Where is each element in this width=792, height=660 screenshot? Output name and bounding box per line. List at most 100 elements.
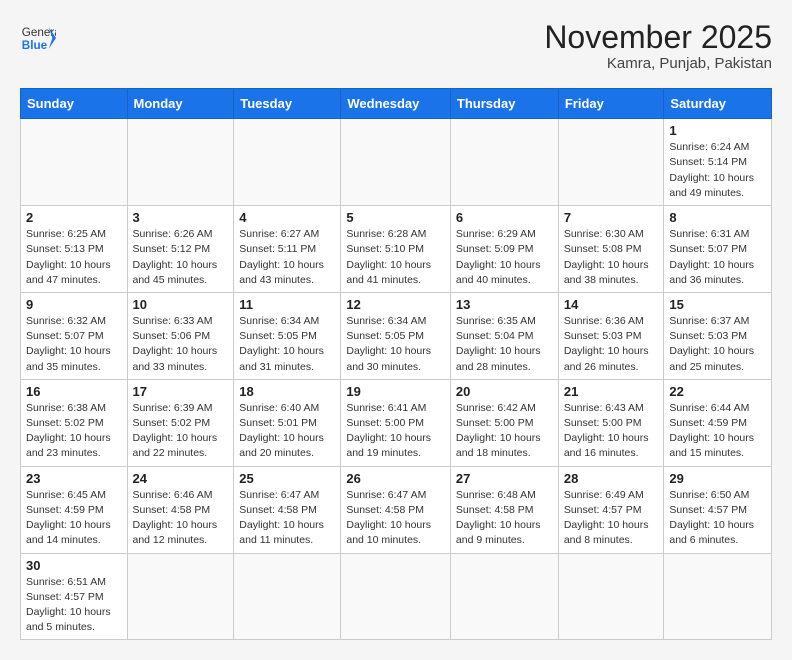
day-number: 9 xyxy=(26,297,122,312)
calendar-day-cell: 23 Sunrise: 6:45 AM Sunset: 4:59 PM Dayli… xyxy=(21,466,128,553)
calendar-day-cell: 28 Sunrise: 6:49 AM Sunset: 4:57 PM Dayli… xyxy=(558,466,664,553)
calendar-day-cell xyxy=(558,553,664,640)
calendar-day-cell: 17 Sunrise: 6:39 AM Sunset: 5:02 PM Dayli… xyxy=(127,379,234,466)
day-number: 24 xyxy=(133,471,229,486)
day-info: Sunrise: 6:38 AM Sunset: 5:02 PM Dayligh… xyxy=(26,401,122,462)
calendar-day-cell: 2Sunrise: 6:25 AM Sunset: 5:13 PM Daylig… xyxy=(21,206,128,293)
calendar-day-cell: 29 Sunrise: 6:50 AM Sunset: 4:57 PM Dayli… xyxy=(664,466,772,553)
calendar-day-cell: 27Sunrise: 6:48 AM Sunset: 4:58 PM Dayli… xyxy=(450,466,558,553)
calendar-day-cell xyxy=(341,119,451,206)
page-header: General Blue November 2025 Kamra, Punjab… xyxy=(20,20,772,72)
day-number: 1 xyxy=(669,123,766,138)
calendar-day-cell xyxy=(234,553,341,640)
calendar-day-cell xyxy=(127,553,234,640)
calendar-day-cell: 6 Sunrise: 6:29 AM Sunset: 5:09 PM Daylig… xyxy=(450,206,558,293)
day-info: Sunrise: 6:24 AM Sunset: 5:14 PM Dayligh… xyxy=(669,140,766,201)
weekday-header-sunday: Sunday xyxy=(21,89,128,119)
day-number: 25 xyxy=(239,471,335,486)
day-info: Sunrise: 6:31 AM Sunset: 5:07 PM Dayligh… xyxy=(669,227,766,288)
logo-icon: General Blue xyxy=(20,20,56,56)
day-info: Sunrise: 6:29 AM Sunset: 5:09 PM Dayligh… xyxy=(456,227,553,288)
day-info: Sunrise: 6:49 AM Sunset: 4:57 PM Dayligh… xyxy=(564,488,659,549)
day-number: 23 xyxy=(26,471,122,486)
day-number: 21 xyxy=(564,384,659,399)
day-info: Sunrise: 6:39 AM Sunset: 5:02 PM Dayligh… xyxy=(133,401,229,462)
day-info: Sunrise: 6:48 AM Sunset: 4:58 PM Dayligh… xyxy=(456,488,553,549)
calendar-day-cell: 14 Sunrise: 6:36 AM Sunset: 5:03 PM Dayli… xyxy=(558,292,664,379)
calendar-day-cell: 26Sunrise: 6:47 AM Sunset: 4:58 PM Dayli… xyxy=(341,466,451,553)
day-info: Sunrise: 6:50 AM Sunset: 4:57 PM Dayligh… xyxy=(669,488,766,549)
month-title: November 2025 xyxy=(544,20,772,55)
day-info: Sunrise: 6:43 AM Sunset: 5:00 PM Dayligh… xyxy=(564,401,659,462)
day-info: Sunrise: 6:42 AM Sunset: 5:00 PM Dayligh… xyxy=(456,401,553,462)
day-number: 15 xyxy=(669,297,766,312)
weekday-header-friday: Friday xyxy=(558,89,664,119)
day-number: 20 xyxy=(456,384,553,399)
day-info: Sunrise: 6:35 AM Sunset: 5:04 PM Dayligh… xyxy=(456,314,553,375)
calendar-day-cell: 12 Sunrise: 6:34 AM Sunset: 5:05 PM Dayli… xyxy=(341,292,451,379)
weekday-header-saturday: Saturday xyxy=(664,89,772,119)
calendar-week-row: 16Sunrise: 6:38 AM Sunset: 5:02 PM Dayli… xyxy=(21,379,772,466)
day-number: 17 xyxy=(133,384,229,399)
day-number: 30 xyxy=(26,558,122,573)
day-number: 3 xyxy=(133,210,229,225)
day-number: 28 xyxy=(564,471,659,486)
day-info: Sunrise: 6:26 AM Sunset: 5:12 PM Dayligh… xyxy=(133,227,229,288)
calendar-day-cell: 24 Sunrise: 6:46 AM Sunset: 4:58 PM Dayli… xyxy=(127,466,234,553)
calendar-day-cell: 10Sunrise: 6:33 AM Sunset: 5:06 PM Dayli… xyxy=(127,292,234,379)
day-info: Sunrise: 6:47 AM Sunset: 4:58 PM Dayligh… xyxy=(239,488,335,549)
day-info: Sunrise: 6:40 AM Sunset: 5:01 PM Dayligh… xyxy=(239,401,335,462)
calendar-day-cell: 4 Sunrise: 6:27 AM Sunset: 5:11 PM Daylig… xyxy=(234,206,341,293)
calendar-day-cell xyxy=(234,119,341,206)
calendar-day-cell xyxy=(341,553,451,640)
calendar-day-cell: 25 Sunrise: 6:47 AM Sunset: 4:58 PM Dayli… xyxy=(234,466,341,553)
logo: General Blue xyxy=(20,20,56,56)
calendar-day-cell: 13 Sunrise: 6:35 AM Sunset: 5:04 PM Dayli… xyxy=(450,292,558,379)
weekday-header-thursday: Thursday xyxy=(450,89,558,119)
day-number: 13 xyxy=(456,297,553,312)
day-number: 6 xyxy=(456,210,553,225)
day-number: 5 xyxy=(346,210,445,225)
calendar-day-cell: 15Sunrise: 6:37 AM Sunset: 5:03 PM Dayli… xyxy=(664,292,772,379)
svg-text:Blue: Blue xyxy=(22,39,48,52)
calendar-day-cell: 20 Sunrise: 6:42 AM Sunset: 5:00 PM Dayli… xyxy=(450,379,558,466)
day-info: Sunrise: 6:47 AM Sunset: 4:58 PM Dayligh… xyxy=(346,488,445,549)
calendar-day-cell: 18 Sunrise: 6:40 AM Sunset: 5:01 PM Dayli… xyxy=(234,379,341,466)
calendar-day-cell xyxy=(127,119,234,206)
day-info: Sunrise: 6:45 AM Sunset: 4:59 PM Dayligh… xyxy=(26,488,122,549)
calendar-day-cell: 8Sunrise: 6:31 AM Sunset: 5:07 PM Daylig… xyxy=(664,206,772,293)
day-info: Sunrise: 6:34 AM Sunset: 5:05 PM Dayligh… xyxy=(346,314,445,375)
calendar-day-cell: 19Sunrise: 6:41 AM Sunset: 5:00 PM Dayli… xyxy=(341,379,451,466)
day-info: Sunrise: 6:27 AM Sunset: 5:11 PM Dayligh… xyxy=(239,227,335,288)
calendar-day-cell: 9 Sunrise: 6:32 AM Sunset: 5:07 PM Daylig… xyxy=(21,292,128,379)
calendar-week-row: 1 Sunrise: 6:24 AM Sunset: 5:14 PM Daylig… xyxy=(21,119,772,206)
day-info: Sunrise: 6:36 AM Sunset: 5:03 PM Dayligh… xyxy=(564,314,659,375)
day-info: Sunrise: 6:30 AM Sunset: 5:08 PM Dayligh… xyxy=(564,227,659,288)
day-info: Sunrise: 6:41 AM Sunset: 5:00 PM Dayligh… xyxy=(346,401,445,462)
day-number: 18 xyxy=(239,384,335,399)
day-number: 7 xyxy=(564,210,659,225)
calendar-day-cell xyxy=(558,119,664,206)
calendar-day-cell: 22 Sunrise: 6:44 AM Sunset: 4:59 PM Dayli… xyxy=(664,379,772,466)
day-info: Sunrise: 6:32 AM Sunset: 5:07 PM Dayligh… xyxy=(26,314,122,375)
day-info: Sunrise: 6:46 AM Sunset: 4:58 PM Dayligh… xyxy=(133,488,229,549)
calendar-day-cell: 21 Sunrise: 6:43 AM Sunset: 5:00 PM Dayli… xyxy=(558,379,664,466)
day-info: Sunrise: 6:51 AM Sunset: 4:57 PM Dayligh… xyxy=(26,575,122,636)
calendar-day-cell: 3 Sunrise: 6:26 AM Sunset: 5:12 PM Daylig… xyxy=(127,206,234,293)
calendar-week-row: 30 Sunrise: 6:51 AM Sunset: 4:57 PM Dayli… xyxy=(21,553,772,640)
day-number: 22 xyxy=(669,384,766,399)
calendar-table: SundayMondayTuesdayWednesdayThursdayFrid… xyxy=(20,88,772,640)
day-number: 29 xyxy=(669,471,766,486)
day-info: Sunrise: 6:34 AM Sunset: 5:05 PM Dayligh… xyxy=(239,314,335,375)
weekday-header-monday: Monday xyxy=(127,89,234,119)
location: Kamra, Punjab, Pakistan xyxy=(544,55,772,72)
day-number: 12 xyxy=(346,297,445,312)
calendar-week-row: 23 Sunrise: 6:45 AM Sunset: 4:59 PM Dayli… xyxy=(21,466,772,553)
day-number: 14 xyxy=(564,297,659,312)
day-info: Sunrise: 6:44 AM Sunset: 4:59 PM Dayligh… xyxy=(669,401,766,462)
day-number: 4 xyxy=(239,210,335,225)
day-info: Sunrise: 6:33 AM Sunset: 5:06 PM Dayligh… xyxy=(133,314,229,375)
day-info: Sunrise: 6:28 AM Sunset: 5:10 PM Dayligh… xyxy=(346,227,445,288)
calendar-day-cell xyxy=(21,119,128,206)
calendar-week-row: 9 Sunrise: 6:32 AM Sunset: 5:07 PM Daylig… xyxy=(21,292,772,379)
